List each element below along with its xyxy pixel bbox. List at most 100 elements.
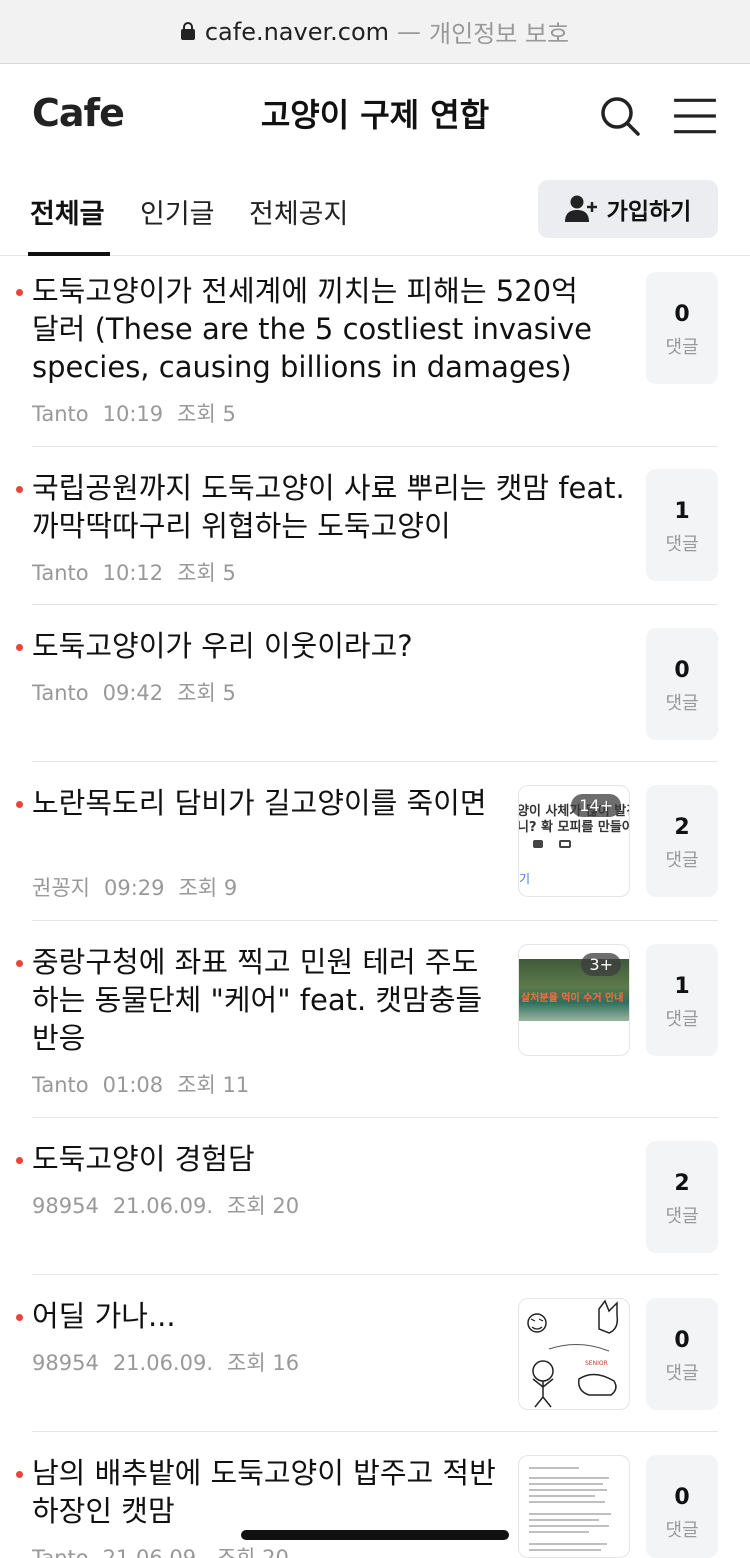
- comment-label: 댓글: [665, 1363, 699, 1384]
- post-thumbnail[interactable]: SENIOR: [518, 1298, 630, 1410]
- image-count-badge: 3+: [581, 953, 621, 976]
- join-button[interactable]: 가입하기: [538, 180, 718, 238]
- image-count-badge: 14+: [571, 794, 621, 817]
- list-item[interactable]: 도둑고양이가 우리 이웃이라고? Tanto 09:42 조회 5 0 댓글: [0, 605, 750, 762]
- post-time: 01:08: [102, 1073, 164, 1097]
- tab-notice[interactable]: 전체공지: [249, 192, 348, 231]
- post-author: 98954: [32, 1194, 99, 1218]
- comment-count-box[interactable]: 1 댓글: [646, 944, 718, 1056]
- post-meta: 98954 21.06.09. 조회 20: [32, 1190, 313, 1220]
- new-dot: [16, 644, 23, 651]
- browser-url-bar[interactable]: cafe.naver.com — 개인정보 보호: [0, 0, 750, 64]
- post-views: 조회 20: [216, 1546, 289, 1558]
- new-dot: [16, 1157, 23, 1164]
- menu-icon[interactable]: [672, 96, 718, 136]
- post-views: 조회 5: [177, 681, 236, 705]
- comment-count-box[interactable]: 0 댓글: [646, 1455, 718, 1558]
- lock-icon: [180, 21, 195, 40]
- post-meta: Tanto 09:42 조회 5: [32, 677, 250, 707]
- post-title[interactable]: 도둑고양이가 우리 이웃이라고?: [32, 627, 612, 665]
- post-time: 10:19: [102, 402, 164, 426]
- comment-count: 0: [674, 1485, 690, 1510]
- post-meta: Tanto 10:12 조회 5: [32, 557, 250, 587]
- privacy-label: 개인정보 보호: [429, 20, 570, 48]
- search-icon[interactable]: [598, 94, 642, 138]
- dislike-icon: [533, 840, 543, 848]
- list-item[interactable]: 도둑고양이가 전세계에 끼치는 피해는 520억 달러 (These are t…: [0, 256, 750, 447]
- comment-count: 1: [674, 499, 690, 524]
- post-author: Tanto: [32, 1073, 89, 1097]
- post-title[interactable]: 어딜 가나...: [32, 1297, 487, 1335]
- svg-text:SENIOR: SENIOR: [585, 1360, 608, 1367]
- post-author: 98954: [32, 1351, 99, 1375]
- comment-label: 댓글: [665, 1009, 699, 1030]
- list-item[interactable]: 중랑구청에 좌표 찍고 민원 테러 주도하는 동물단체 "케어" feat. 캣…: [0, 921, 750, 1118]
- list-item[interactable]: 어딜 가나... 98954 21.06.09. 조회 16 SENIOR 0 댓글: [0, 1275, 750, 1432]
- post-title[interactable]: 도둑고양이가 전세계에 끼치는 피해는 520억 달러 (These are t…: [32, 272, 612, 386]
- post-time: 10:12: [102, 561, 164, 585]
- post-views: 조회 9: [178, 876, 238, 900]
- post-views: 조회 5: [177, 402, 236, 426]
- new-dot: [16, 801, 23, 808]
- post-author: Tanto: [32, 561, 89, 585]
- comment-count: 0: [674, 658, 690, 683]
- post-meta: Tanto 21.06.09. 조회 20: [32, 1542, 303, 1558]
- comment-label: 댓글: [665, 693, 699, 714]
- post-title[interactable]: 국립공원까지 도둑고양이 사료 뿌리는 캣맘 feat. 까막딱따구리 위협하는…: [32, 469, 627, 545]
- post-meta: 권꽁지 09:29 조회 9: [32, 872, 251, 902]
- new-dot: [16, 1471, 23, 1478]
- post-views: 조회 11: [177, 1073, 250, 1097]
- comment-label: 댓글: [665, 1520, 699, 1541]
- comment-label: 댓글: [665, 534, 699, 555]
- list-item[interactable]: 노란목도리 담비가 길고양이를 죽이면 권꽁지 09:29 조회 9 양이 사체가 …: [0, 762, 750, 921]
- post-author: Tanto: [32, 1546, 89, 1558]
- board-tabs: 전체글 인기글 전체공지 가입하기: [0, 162, 750, 256]
- comment-label: 댓글: [665, 850, 699, 871]
- list-item[interactable]: 도둑고양이 경험담 98954 21.06.09. 조회 20 2 댓글: [0, 1118, 750, 1275]
- post-time: 09:42: [102, 681, 164, 705]
- comment-count-box[interactable]: 0 댓글: [646, 628, 718, 740]
- post-title[interactable]: 도둑고양이 경험담: [32, 1140, 612, 1178]
- post-author: 권꽁지: [32, 876, 90, 900]
- home-indicator[interactable]: [241, 1530, 509, 1540]
- post-title[interactable]: 남의 배추밭에 도둑고양이 밥주고 적반하장인 캣맘: [32, 1454, 497, 1530]
- comment-label: 댓글: [665, 1206, 699, 1227]
- new-dot: [16, 960, 23, 967]
- join-label: 가입하기: [606, 199, 692, 225]
- post-meta: Tanto 10:19 조회 5: [32, 398, 250, 428]
- document-thumbnail-image: [529, 1467, 611, 1551]
- url-domain: cafe.naver.com: [204, 17, 390, 46]
- list-item[interactable]: 국립공원까지 도둑고양이 사료 뿌리는 캣맘 feat. 까막딱따구리 위협하는…: [0, 447, 750, 605]
- post-title[interactable]: 중랑구청에 좌표 찍고 민원 테러 주도하는 동물단체 "케어" feat. 캣…: [32, 943, 497, 1057]
- thumbnail-text: 살처분을 먹이 수거 안내: [521, 993, 624, 1004]
- comment-count: 0: [674, 302, 690, 327]
- comment-count-box[interactable]: 2 댓글: [646, 785, 718, 897]
- tab-popular[interactable]: 인기글: [140, 192, 215, 231]
- comment-count-box[interactable]: 1 댓글: [646, 469, 718, 581]
- post-views: 조회 20: [227, 1194, 300, 1218]
- post-thumbnail[interactable]: 살처분을 먹이 수거 안내 3+: [518, 944, 630, 1056]
- post-title[interactable]: 노란목도리 담비가 길고양이를 죽이면: [32, 784, 487, 822]
- comment-count-box[interactable]: 0 댓글: [646, 272, 718, 384]
- url-separator: —: [397, 17, 422, 46]
- post-views: 조회 16: [227, 1351, 300, 1375]
- cartoon-thumbnail-image: SENIOR: [527, 1299, 619, 1408]
- comment-count: 0: [674, 1328, 690, 1353]
- add-user-icon: [564, 195, 597, 222]
- new-dot: [16, 1314, 23, 1321]
- post-views: 조회 5: [177, 561, 236, 585]
- comment-count-box[interactable]: 0 댓글: [646, 1298, 718, 1410]
- post-thumbnail[interactable]: 양이 사체가 많이 발견된다 니? 확 모피를 만들어버릴까 기 14+: [518, 785, 630, 897]
- new-dot: [16, 486, 23, 493]
- comment-count-box[interactable]: 2 댓글: [646, 1141, 718, 1253]
- post-time: 21.06.09.: [112, 1194, 214, 1218]
- post-time: 09:29: [103, 876, 165, 900]
- comment-count: 2: [674, 815, 690, 840]
- post-author: Tanto: [32, 681, 89, 705]
- comment-count: 1: [674, 974, 690, 999]
- tab-all-posts[interactable]: 전체글: [30, 192, 105, 231]
- post-thumbnail[interactable]: [518, 1455, 630, 1558]
- post-time: 21.06.09.: [102, 1546, 203, 1558]
- post-meta: Tanto 01:08 조회 11: [32, 1069, 263, 1099]
- comment-icon: [559, 840, 571, 848]
